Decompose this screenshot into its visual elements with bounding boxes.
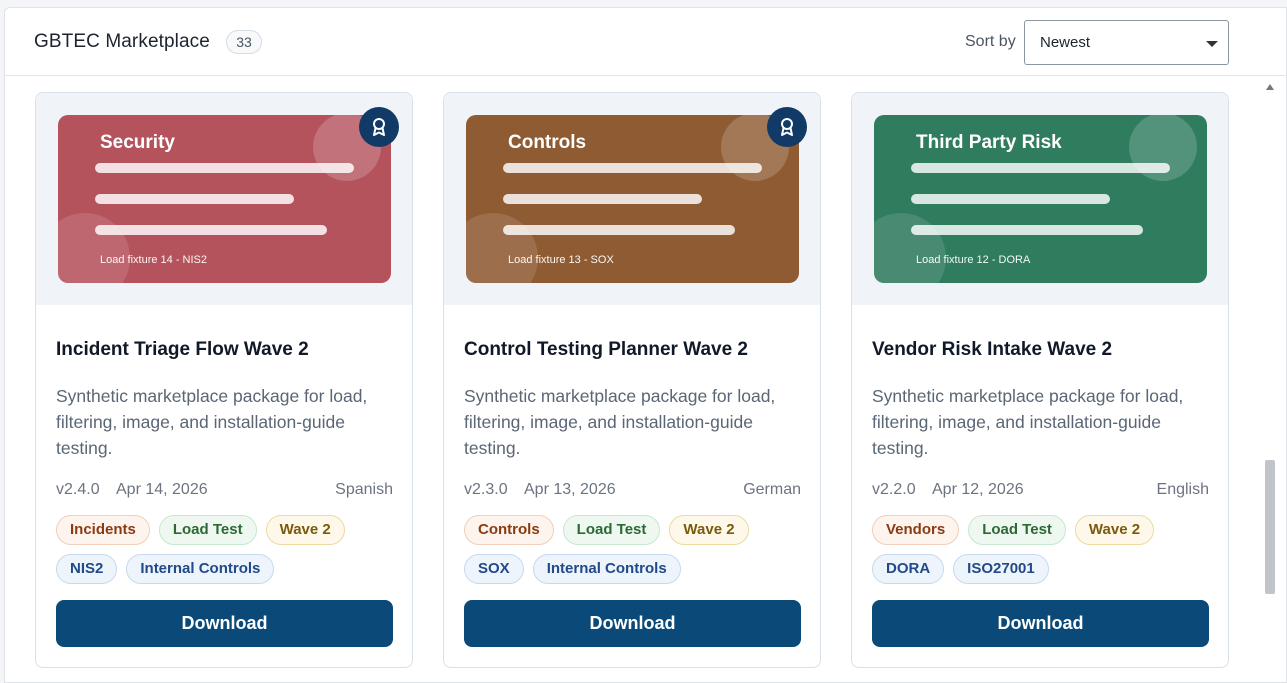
tag-chip[interactable]: NIS2 xyxy=(56,554,118,584)
package-card: Third Party Risk Load fixture 12 - DORA Ve… xyxy=(851,92,1229,668)
marketplace-panel: GBTEC Marketplace 33 Sort by Newest Secu… xyxy=(4,7,1287,683)
award-badge-icon xyxy=(359,107,399,147)
tag-chip[interactable]: Load Test xyxy=(562,515,661,545)
tag-chip[interactable]: Load Test xyxy=(968,515,1066,545)
scrollbar-thumb[interactable] xyxy=(1265,460,1275,594)
chevron-down-icon xyxy=(1206,41,1218,47)
tag-chip[interactable]: Internal Controls xyxy=(532,554,681,584)
card-banner-image: Controls Load fixture 13 - SOX xyxy=(466,115,799,283)
tag-chip[interactable]: ISO27001 xyxy=(953,554,1049,584)
language-label: English xyxy=(1156,481,1209,498)
banner-title: Third Party Risk xyxy=(916,132,1062,153)
package-card: Security Load fixture 14 - NIS2 Incident T… xyxy=(35,92,413,668)
card-banner-image: Security Load fixture 14 - NIS2 xyxy=(58,115,391,283)
card-title[interactable]: Control Testing Planner Wave 2 xyxy=(464,339,748,361)
sort-select-value: Newest xyxy=(1040,34,1091,51)
tag-chip[interactable]: Wave 2 xyxy=(1074,515,1155,545)
tag-chip[interactable]: Wave 2 xyxy=(669,515,749,545)
card-description: Synthetic marketplace package for load, … xyxy=(872,386,1184,458)
version-label: v2.2.0 xyxy=(872,481,916,498)
banner-placeholder-line xyxy=(503,225,735,235)
date-label: Apr 13, 2026 xyxy=(524,481,616,498)
card-title[interactable]: Incident Triage Flow Wave 2 xyxy=(56,339,309,361)
card-banner-image: Third Party Risk Load fixture 12 - DORA xyxy=(874,115,1207,283)
date-label: Apr 14, 2026 xyxy=(116,481,208,498)
scroll-up-arrow-icon[interactable] xyxy=(1266,84,1274,90)
banner-placeholder-line xyxy=(503,163,762,173)
page-title: GBTEC Marketplace xyxy=(34,31,210,52)
tag-chip[interactable]: Internal Controls xyxy=(126,554,275,584)
banner-placeholder-line xyxy=(911,163,1170,173)
sort-label: Sort by xyxy=(965,33,1016,50)
tag-chip[interactable]: DORA xyxy=(872,554,945,584)
download-button[interactable]: Download xyxy=(56,600,393,647)
tag-chip[interactable]: Vendors xyxy=(872,515,960,545)
tag-chip[interactable]: Wave 2 xyxy=(265,515,345,545)
banner-placeholder-line xyxy=(503,194,702,204)
tag-chip[interactable]: Load Test xyxy=(158,515,257,545)
banner-placeholder-line xyxy=(95,194,294,204)
banner-placeholder-line xyxy=(95,225,327,235)
language-label: German xyxy=(743,481,801,498)
download-button[interactable]: Download xyxy=(872,600,1209,647)
banner-decoration xyxy=(58,213,130,283)
banner-placeholder-line xyxy=(911,225,1143,235)
package-card: Controls Load fixture 13 - SOX Control Tes… xyxy=(443,92,821,668)
banner-decoration xyxy=(466,213,538,283)
language-label: Spanish xyxy=(335,481,393,498)
result-count-badge: 33 xyxy=(226,30,262,54)
banner-placeholder-line xyxy=(95,163,354,173)
card-image-area: Security Load fixture 14 - NIS2 xyxy=(36,93,412,305)
tag-list: Incidents Load Test Wave 2 NIS2 Internal Con… xyxy=(56,515,401,584)
download-button[interactable]: Download xyxy=(464,600,801,647)
card-description: Synthetic marketplace package for load, … xyxy=(464,386,776,458)
award-badge-icon xyxy=(767,107,807,147)
banner-subtitle: Load fixture 14 - NIS2 xyxy=(100,254,208,266)
version-label: v2.4.0 xyxy=(56,481,100,498)
tag-chip[interactable]: Incidents xyxy=(56,515,150,545)
banner-subtitle: Load fixture 13 - SOX xyxy=(508,254,614,266)
card-description: Synthetic marketplace package for load, … xyxy=(56,386,368,458)
banner-placeholder-line xyxy=(911,194,1110,204)
banner-decoration xyxy=(874,213,946,283)
banner-title: Security xyxy=(100,132,175,153)
tag-list: Vendors Load Test Wave 2 DORA ISO27001 xyxy=(872,515,1217,584)
tag-chip[interactable]: Controls xyxy=(464,515,554,545)
card-image-area: Third Party Risk Load fixture 12 - DORA xyxy=(852,93,1228,305)
banner-title: Controls xyxy=(508,132,587,153)
marketplace-header: GBTEC Marketplace 33 Sort by Newest xyxy=(5,8,1286,76)
tag-list: Controls Load Test Wave 2 SOX Internal Contr… xyxy=(464,515,809,584)
date-label: Apr 12, 2026 xyxy=(932,481,1024,498)
banner-subtitle: Load fixture 12 - DORA xyxy=(916,254,1031,266)
tag-chip[interactable]: SOX xyxy=(464,554,524,584)
card-title[interactable]: Vendor Risk Intake Wave 2 xyxy=(872,339,1112,361)
card-image-area: Controls Load fixture 13 - SOX xyxy=(444,93,820,305)
sort-select[interactable]: Newest xyxy=(1024,20,1229,65)
version-label: v2.3.0 xyxy=(464,481,508,498)
